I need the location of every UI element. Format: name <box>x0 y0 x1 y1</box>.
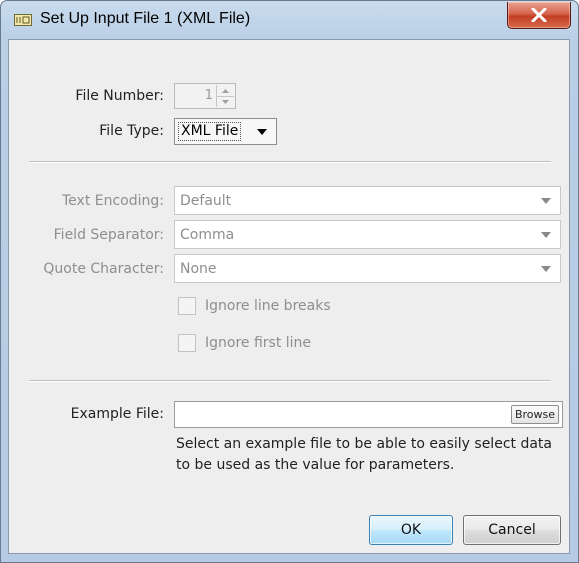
chevron-down-icon <box>541 198 551 204</box>
spinner-arrows <box>216 85 234 107</box>
spinner-down-button[interactable] <box>217 96 234 107</box>
window-title: Set Up Input File 1 (XML File) <box>40 10 251 27</box>
file-type-label: File Type: <box>99 123 164 139</box>
ignore-first-line-checkbox[interactable] <box>178 334 196 352</box>
input-file-icon <box>14 14 32 26</box>
dialog-window: Set Up Input File 1 (XML File) File Numb… <box>0 0 579 563</box>
dialog-body: File Number: 1 File Type: XML File Text … <box>8 39 570 554</box>
quote-character-select[interactable]: None <box>174 254 561 283</box>
title-bar[interactable]: Set Up Input File 1 (XML File) <box>1 1 578 39</box>
field-separator-select[interactable]: Comma <box>174 220 561 249</box>
quote-character-value: None <box>180 261 217 277</box>
ignore-line-breaks-label: Ignore line breaks <box>205 298 331 314</box>
divider-bottom <box>29 380 551 382</box>
browse-button[interactable]: Browse <box>511 405 559 424</box>
example-file-field[interactable]: Browse <box>174 401 563 428</box>
field-separator-label: Field Separator: <box>53 227 164 243</box>
text-encoding-select[interactable]: Default <box>174 186 561 215</box>
file-number-value: 1 <box>204 88 213 103</box>
file-number-label: File Number: <box>75 88 164 104</box>
chevron-down-icon <box>541 266 551 272</box>
close-button[interactable] <box>507 2 571 29</box>
example-file-label: Example File: <box>70 406 164 422</box>
file-type-value: XML File <box>178 122 242 141</box>
close-icon <box>531 8 547 22</box>
divider-top <box>29 161 551 163</box>
ok-button[interactable]: OK <box>369 515 453 545</box>
example-file-help-text: Select an example file to be able to eas… <box>176 436 552 473</box>
ignore-line-breaks-checkbox[interactable] <box>178 297 196 315</box>
text-encoding-value: Default <box>180 193 232 209</box>
chevron-down-icon <box>222 99 229 104</box>
field-separator-value: Comma <box>180 227 235 243</box>
ignore-first-line-label: Ignore first line <box>205 335 312 351</box>
text-encoding-label: Text Encoding: <box>62 193 164 209</box>
dropdown-arrow-icon <box>257 129 267 135</box>
cancel-button[interactable]: Cancel <box>463 515 561 545</box>
chevron-up-icon <box>222 88 229 93</box>
file-number-spinner[interactable]: 1 <box>174 83 236 109</box>
file-type-select[interactable]: XML File <box>174 118 277 145</box>
chevron-down-icon <box>541 232 551 238</box>
quote-character-label: Quote Character: <box>43 261 164 277</box>
